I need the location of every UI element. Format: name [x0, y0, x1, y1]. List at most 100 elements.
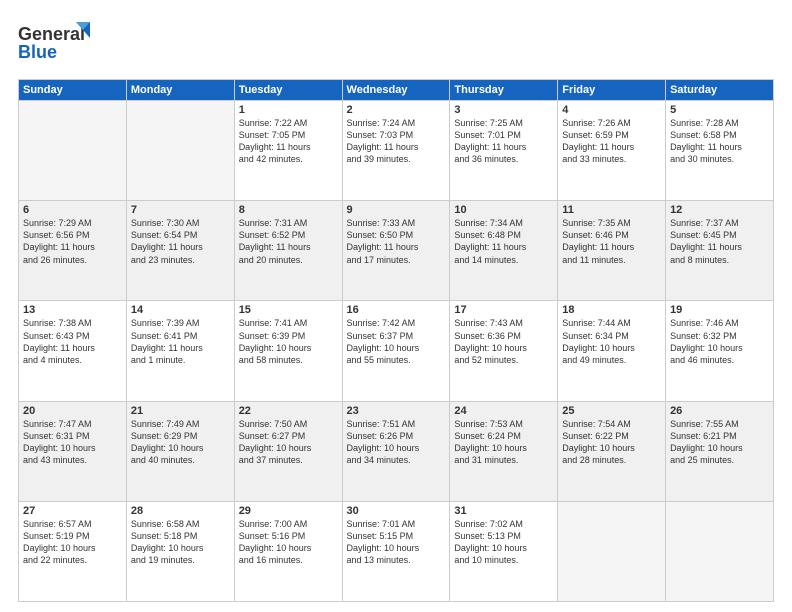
day-info: Sunrise: 7:34 AM Sunset: 6:48 PM Dayligh… — [454, 217, 553, 266]
calendar-cell: 22Sunrise: 7:50 AM Sunset: 6:27 PM Dayli… — [234, 401, 342, 501]
day-info: Sunrise: 7:29 AM Sunset: 6:56 PM Dayligh… — [23, 217, 122, 266]
day-info: Sunrise: 7:44 AM Sunset: 6:34 PM Dayligh… — [562, 317, 661, 366]
calendar-cell: 8Sunrise: 7:31 AM Sunset: 6:52 PM Daylig… — [234, 201, 342, 301]
calendar-dow-sunday: Sunday — [19, 80, 127, 101]
day-info: Sunrise: 7:00 AM Sunset: 5:16 PM Dayligh… — [239, 518, 338, 567]
day-info: Sunrise: 7:26 AM Sunset: 6:59 PM Dayligh… — [562, 117, 661, 166]
calendar-cell: 11Sunrise: 7:35 AM Sunset: 6:46 PM Dayli… — [558, 201, 666, 301]
day-info: Sunrise: 7:37 AM Sunset: 6:45 PM Dayligh… — [670, 217, 769, 266]
day-info: Sunrise: 7:31 AM Sunset: 6:52 PM Dayligh… — [239, 217, 338, 266]
calendar-week-5: 27Sunrise: 6:57 AM Sunset: 5:19 PM Dayli… — [19, 501, 774, 601]
day-info: Sunrise: 7:35 AM Sunset: 6:46 PM Dayligh… — [562, 217, 661, 266]
page: General Blue SundayMondayTuesdayWednesda… — [0, 0, 792, 612]
day-info: Sunrise: 7:55 AM Sunset: 6:21 PM Dayligh… — [670, 418, 769, 467]
day-number: 28 — [131, 505, 230, 517]
calendar-dow-tuesday: Tuesday — [234, 80, 342, 101]
day-info: Sunrise: 7:47 AM Sunset: 6:31 PM Dayligh… — [23, 418, 122, 467]
day-number: 9 — [347, 204, 446, 216]
day-info: Sunrise: 7:24 AM Sunset: 7:03 PM Dayligh… — [347, 117, 446, 166]
svg-text:Blue: Blue — [18, 42, 57, 62]
header: General Blue — [18, 18, 774, 71]
calendar-cell: 9Sunrise: 7:33 AM Sunset: 6:50 PM Daylig… — [342, 201, 450, 301]
day-number: 12 — [670, 204, 769, 216]
calendar-cell — [126, 101, 234, 201]
calendar-cell: 13Sunrise: 7:38 AM Sunset: 6:43 PM Dayli… — [19, 301, 127, 401]
calendar-dow-monday: Monday — [126, 80, 234, 101]
calendar-cell: 5Sunrise: 7:28 AM Sunset: 6:58 PM Daylig… — [666, 101, 774, 201]
day-number: 2 — [347, 104, 446, 116]
day-info: Sunrise: 7:30 AM Sunset: 6:54 PM Dayligh… — [131, 217, 230, 266]
calendar-cell: 15Sunrise: 7:41 AM Sunset: 6:39 PM Dayli… — [234, 301, 342, 401]
calendar-dow-wednesday: Wednesday — [342, 80, 450, 101]
day-number: 27 — [23, 505, 122, 517]
calendar-cell: 28Sunrise: 6:58 AM Sunset: 5:18 PM Dayli… — [126, 501, 234, 601]
day-info: Sunrise: 7:01 AM Sunset: 5:15 PM Dayligh… — [347, 518, 446, 567]
day-number: 4 — [562, 104, 661, 116]
calendar-cell: 27Sunrise: 6:57 AM Sunset: 5:19 PM Dayli… — [19, 501, 127, 601]
logo: General Blue — [18, 18, 108, 71]
calendar-cell: 18Sunrise: 7:44 AM Sunset: 6:34 PM Dayli… — [558, 301, 666, 401]
day-number: 29 — [239, 505, 338, 517]
day-number: 19 — [670, 304, 769, 316]
day-number: 8 — [239, 204, 338, 216]
calendar-cell: 21Sunrise: 7:49 AM Sunset: 6:29 PM Dayli… — [126, 401, 234, 501]
day-number: 17 — [454, 304, 553, 316]
calendar-cell: 24Sunrise: 7:53 AM Sunset: 6:24 PM Dayli… — [450, 401, 558, 501]
calendar-cell: 23Sunrise: 7:51 AM Sunset: 6:26 PM Dayli… — [342, 401, 450, 501]
calendar-table: SundayMondayTuesdayWednesdayThursdayFrid… — [18, 79, 774, 602]
day-number: 24 — [454, 405, 553, 417]
day-number: 6 — [23, 204, 122, 216]
day-info: Sunrise: 7:33 AM Sunset: 6:50 PM Dayligh… — [347, 217, 446, 266]
calendar-cell: 10Sunrise: 7:34 AM Sunset: 6:48 PM Dayli… — [450, 201, 558, 301]
calendar-cell: 14Sunrise: 7:39 AM Sunset: 6:41 PM Dayli… — [126, 301, 234, 401]
day-info: Sunrise: 7:41 AM Sunset: 6:39 PM Dayligh… — [239, 317, 338, 366]
calendar-week-4: 20Sunrise: 7:47 AM Sunset: 6:31 PM Dayli… — [19, 401, 774, 501]
day-info: Sunrise: 7:49 AM Sunset: 6:29 PM Dayligh… — [131, 418, 230, 467]
day-number: 5 — [670, 104, 769, 116]
calendar-cell: 7Sunrise: 7:30 AM Sunset: 6:54 PM Daylig… — [126, 201, 234, 301]
day-info: Sunrise: 7:43 AM Sunset: 6:36 PM Dayligh… — [454, 317, 553, 366]
svg-text:General: General — [18, 24, 85, 44]
calendar-dow-saturday: Saturday — [666, 80, 774, 101]
calendar-cell: 12Sunrise: 7:37 AM Sunset: 6:45 PM Dayli… — [666, 201, 774, 301]
calendar-cell: 17Sunrise: 7:43 AM Sunset: 6:36 PM Dayli… — [450, 301, 558, 401]
calendar-cell — [666, 501, 774, 601]
calendar-week-2: 6Sunrise: 7:29 AM Sunset: 6:56 PM Daylig… — [19, 201, 774, 301]
day-info: Sunrise: 7:50 AM Sunset: 6:27 PM Dayligh… — [239, 418, 338, 467]
calendar-cell — [19, 101, 127, 201]
day-number: 25 — [562, 405, 661, 417]
day-number: 1 — [239, 104, 338, 116]
calendar-cell: 29Sunrise: 7:00 AM Sunset: 5:16 PM Dayli… — [234, 501, 342, 601]
day-number: 3 — [454, 104, 553, 116]
day-number: 31 — [454, 505, 553, 517]
day-info: Sunrise: 7:02 AM Sunset: 5:13 PM Dayligh… — [454, 518, 553, 567]
calendar-cell: 6Sunrise: 7:29 AM Sunset: 6:56 PM Daylig… — [19, 201, 127, 301]
day-number: 26 — [670, 405, 769, 417]
calendar-cell: 20Sunrise: 7:47 AM Sunset: 6:31 PM Dayli… — [19, 401, 127, 501]
day-info: Sunrise: 7:46 AM Sunset: 6:32 PM Dayligh… — [670, 317, 769, 366]
day-number: 16 — [347, 304, 446, 316]
day-info: Sunrise: 6:58 AM Sunset: 5:18 PM Dayligh… — [131, 518, 230, 567]
day-number: 21 — [131, 405, 230, 417]
day-number: 18 — [562, 304, 661, 316]
day-info: Sunrise: 7:38 AM Sunset: 6:43 PM Dayligh… — [23, 317, 122, 366]
calendar-cell: 31Sunrise: 7:02 AM Sunset: 5:13 PM Dayli… — [450, 501, 558, 601]
day-info: Sunrise: 7:39 AM Sunset: 6:41 PM Dayligh… — [131, 317, 230, 366]
calendar-cell: 4Sunrise: 7:26 AM Sunset: 6:59 PM Daylig… — [558, 101, 666, 201]
day-number: 22 — [239, 405, 338, 417]
day-info: Sunrise: 7:54 AM Sunset: 6:22 PM Dayligh… — [562, 418, 661, 467]
calendar-cell — [558, 501, 666, 601]
day-number: 30 — [347, 505, 446, 517]
calendar-cell: 25Sunrise: 7:54 AM Sunset: 6:22 PM Dayli… — [558, 401, 666, 501]
day-info: Sunrise: 7:25 AM Sunset: 7:01 PM Dayligh… — [454, 117, 553, 166]
calendar-header-row: SundayMondayTuesdayWednesdayThursdayFrid… — [19, 80, 774, 101]
calendar-cell: 2Sunrise: 7:24 AM Sunset: 7:03 PM Daylig… — [342, 101, 450, 201]
day-number: 23 — [347, 405, 446, 417]
calendar-dow-friday: Friday — [558, 80, 666, 101]
calendar-cell: 16Sunrise: 7:42 AM Sunset: 6:37 PM Dayli… — [342, 301, 450, 401]
day-info: Sunrise: 7:22 AM Sunset: 7:05 PM Dayligh… — [239, 117, 338, 166]
day-number: 15 — [239, 304, 338, 316]
day-number: 20 — [23, 405, 122, 417]
day-info: Sunrise: 7:53 AM Sunset: 6:24 PM Dayligh… — [454, 418, 553, 467]
day-number: 11 — [562, 204, 661, 216]
